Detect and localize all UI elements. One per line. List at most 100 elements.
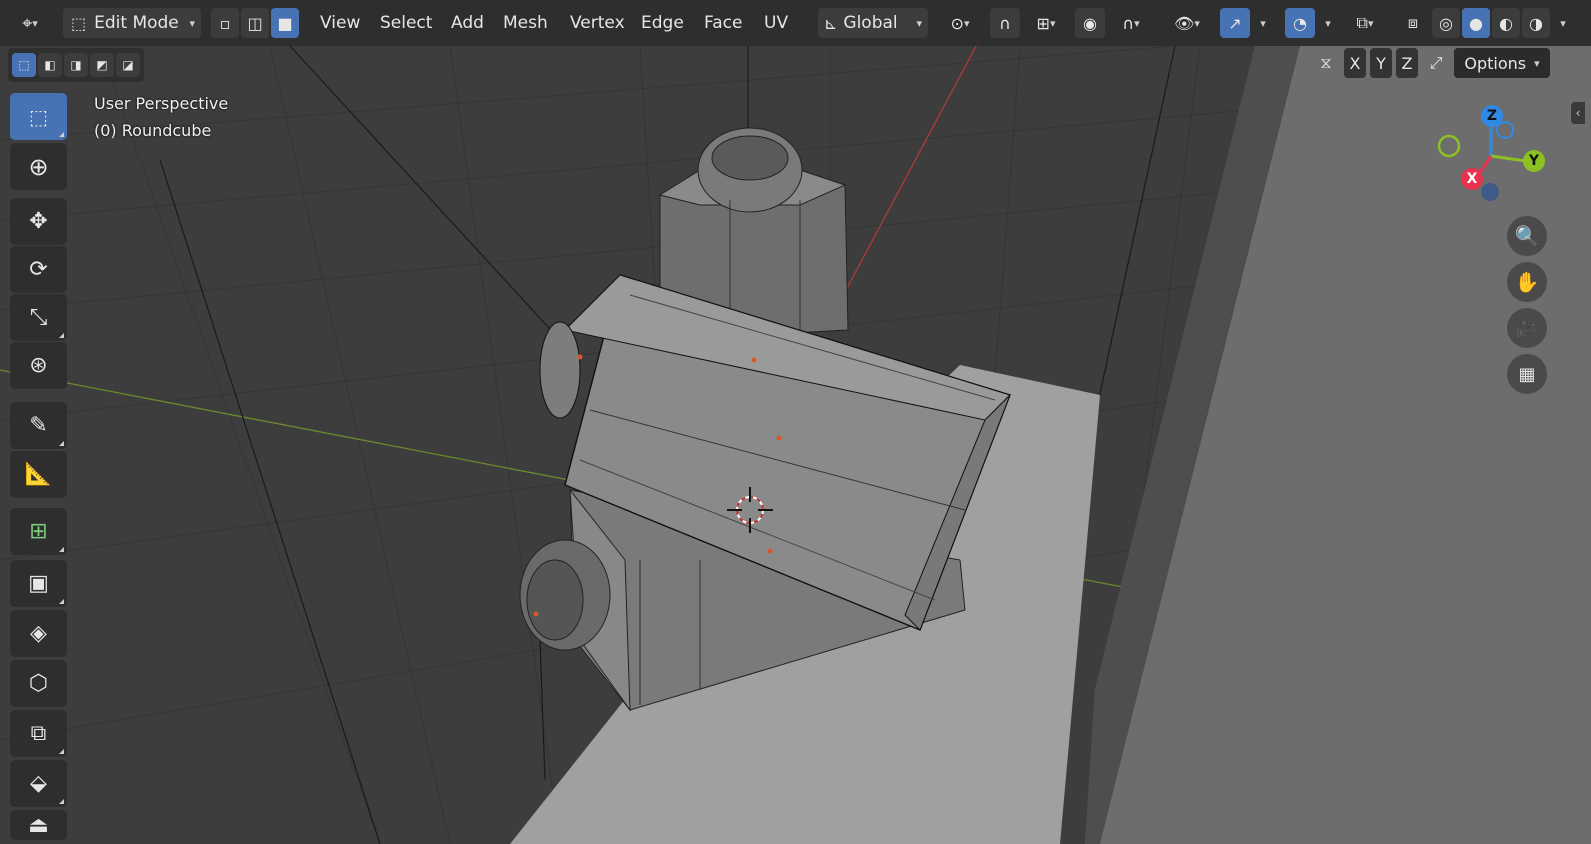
menu-vertex[interactable]: Vertex [566, 8, 629, 38]
menu-mesh[interactable]: Mesh [499, 8, 552, 38]
gizmo-dropdown[interactable]: ▾ [1252, 8, 1274, 38]
rotate-icon: ⟳ [29, 257, 48, 282]
menu-add[interactable]: Add [447, 8, 488, 38]
proportional-edit-group: ◉ ∩ ▾ [1075, 8, 1153, 38]
menu-select[interactable]: Select [376, 8, 436, 38]
mirror-x-button[interactable]: X [1344, 48, 1366, 78]
gizmo-x-axis[interactable]: X [1461, 168, 1483, 190]
mode-label: Edit Mode [94, 13, 179, 33]
knife-tool[interactable]: ⬙ [10, 760, 67, 807]
solid-shading-button[interactable]: ● [1462, 8, 1490, 38]
move-tool[interactable]: ✥ [10, 198, 67, 245]
rendered-shading-button[interactable]: ◑ [1522, 8, 1550, 38]
pivot-point-button[interactable]: ⊙ ▾ [940, 8, 980, 38]
shading-dropdown[interactable]: ▾ [1552, 8, 1574, 38]
select-intersect-icon: ◪ [122, 58, 134, 72]
rotate-tool[interactable]: ⟳ [10, 246, 67, 293]
select-invert-button[interactable]: ◩ [90, 53, 114, 77]
sidebar-toggle[interactable]: ‹ [1571, 102, 1585, 124]
select-subtract-button[interactable]: ◨ [64, 53, 88, 77]
mode-selector[interactable]: ⬚ Edit Mode ▾ [63, 8, 201, 38]
shading-group: ◎ ● ◐ ◑ ▾ [1432, 8, 1574, 38]
camera-view-button[interactable]: 🎥 [1507, 308, 1547, 348]
magnet-icon: ∩ [999, 13, 1011, 33]
overlays-icon: ◔ [1293, 13, 1307, 33]
menu-uv[interactable]: UV [760, 8, 792, 38]
transform-orientation[interactable]: ⊾ Global ▾ [818, 8, 928, 38]
gizmo-toggle-group: ↗ ▾ [1220, 8, 1274, 38]
mirror-y-button[interactable]: Y [1370, 48, 1392, 78]
wireframe-shading-button[interactable]: ◎ [1432, 8, 1460, 38]
auto-merge-button[interactable]: ⤢ [1422, 48, 1450, 78]
poly-build-tool[interactable]: ⏏ [10, 810, 67, 840]
loop-cut-tool[interactable]: ⧉ [10, 710, 67, 757]
mesh-edit-overlays: ⧉ ▾ [1343, 8, 1387, 38]
snap-target-button[interactable]: ⊞ ▾ [1024, 8, 1068, 38]
chevron-left-icon: ‹ [1575, 106, 1581, 120]
proportional-edit-button[interactable]: ◉ [1075, 8, 1105, 38]
select-box-tool[interactable]: ⬚ [10, 93, 67, 140]
transform-icon: ⊛ [29, 353, 48, 378]
eye-icon: 👁 [1174, 13, 1195, 33]
edge-select-button[interactable]: ◫ [241, 8, 269, 38]
chevron-down-icon: ▾ [916, 16, 922, 30]
measure-tool[interactable]: 📐 [10, 451, 67, 498]
menu-view[interactable]: View [316, 8, 364, 38]
options-dropdown[interactable]: Options ▾ [1454, 48, 1550, 78]
measure-ruler-icon: 📐 [24, 462, 53, 487]
chevron-down-icon: ▾ [1534, 56, 1540, 70]
zoom-button[interactable]: 🔍 [1507, 216, 1547, 256]
cursor-tool[interactable]: ⊕ [10, 143, 67, 190]
mirror-y-label: Y [1376, 53, 1386, 73]
gizmo-toggle-button[interactable]: ↗ [1220, 8, 1250, 38]
overlays-toggle-button[interactable]: ◔ [1285, 8, 1315, 38]
editor-type-selector[interactable]: ⌖ ▾ [10, 8, 50, 38]
chevron-down-icon: ▾ [1049, 16, 1056, 30]
axes-icon: ⌖ [22, 12, 33, 34]
select-intersect-button[interactable]: ◪ [116, 53, 140, 77]
select-new-button[interactable]: ⬚ [12, 53, 36, 77]
editor-type-button[interactable]: ⌖ ▾ [10, 8, 50, 38]
orientation-dropdown[interactable]: ⊾ Global ▾ [818, 8, 928, 38]
mode-dropdown[interactable]: ⬚ Edit Mode ▾ [63, 8, 201, 38]
mirror-icon-button[interactable]: ⧖ [1312, 48, 1340, 78]
scale-tool[interactable]: ⤡ [10, 294, 67, 341]
snap-toggle-button[interactable]: ∩ [990, 8, 1020, 38]
pan-button[interactable]: ✋ [1507, 262, 1547, 302]
edit-mode-icon: ⬚ [71, 13, 87, 33]
add-cube-icon: ⊞ [29, 519, 48, 544]
3d-viewport[interactable] [0, 0, 1591, 844]
ortho-toggle-button[interactable]: ▦ [1507, 354, 1547, 394]
annotate-tool[interactable]: ✎ [10, 402, 67, 449]
navigation-gizmo[interactable]: Z Y X [1435, 100, 1565, 210]
inset-icon: ◈ [30, 621, 47, 646]
loop-cut-icon: ⧉ [30, 721, 47, 746]
gizmo-z-label: Z [1486, 108, 1498, 124]
inset-tool[interactable]: ◈ [10, 610, 67, 657]
falloff-button[interactable]: ∩ ▾ [1109, 8, 1153, 38]
transform-tool[interactable]: ⊛ [10, 342, 67, 389]
gizmo-y-axis[interactable]: Y [1523, 150, 1545, 172]
gizmo-z-axis[interactable]: Z [1481, 105, 1503, 127]
bevel-tool[interactable]: ⬡ [10, 660, 67, 707]
pivot-point-icon: ⊙ [950, 13, 964, 33]
add-cube-tool[interactable]: ⊞ [10, 508, 67, 555]
menu-edge[interactable]: Edge [637, 8, 688, 38]
select-extend-icon: ◧ [44, 58, 56, 72]
falloff-curve-icon: ∩ [1122, 13, 1135, 33]
options-label: Options [1464, 53, 1527, 73]
pivot-point-selector[interactable]: ⊙ ▾ [940, 8, 980, 38]
material-shading-button[interactable]: ◐ [1492, 8, 1520, 38]
xray-toggle-button[interactable]: ⧈ [1398, 8, 1428, 38]
vertex-select-button[interactable]: ▫ [211, 8, 239, 38]
chevron-down-icon: ▾ [963, 16, 970, 30]
move-icon: ✥ [29, 209, 48, 234]
select-extend-button[interactable]: ◧ [38, 53, 62, 77]
overlays-dropdown[interactable]: ▾ [1317, 8, 1339, 38]
mesh-overlays-button[interactable]: ⧉ ▾ [1343, 8, 1387, 38]
mirror-z-button[interactable]: Z [1396, 48, 1418, 78]
face-select-button[interactable]: ■ [271, 8, 299, 38]
extrude-tool[interactable]: ▣ [10, 560, 67, 607]
visibility-button[interactable]: 👁 ▾ [1165, 8, 1209, 38]
menu-face[interactable]: Face [700, 8, 746, 38]
